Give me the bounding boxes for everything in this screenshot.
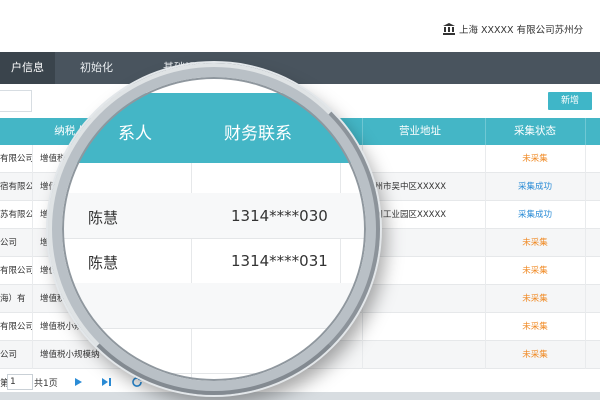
column-divider <box>32 285 33 313</box>
bank-icon <box>443 23 455 35</box>
status-cell: 采集成功 <box>517 210 552 220</box>
address-cell: 苏州工业园区XXXXX <box>366 210 447 220</box>
address-cell <box>366 285 486 313</box>
company-name: 上海 XXXXX 有限公司苏州分 <box>459 25 584 36</box>
company-name-cell: 公司 <box>0 238 18 248</box>
column-divider <box>485 145 486 173</box>
status-cell: 未采集 <box>522 322 548 332</box>
column-divider <box>585 201 586 229</box>
column-divider <box>485 229 486 257</box>
address-cell <box>366 313 486 341</box>
column-divider <box>585 313 586 341</box>
column-divider <box>485 313 486 341</box>
company-name-cell: 有限公司 <box>0 266 32 276</box>
address-cell <box>366 229 486 257</box>
address-cell: 苏州市吴中区XXXXX <box>366 182 447 192</box>
status-cell: 未采集 <box>522 294 548 304</box>
app-header: 上海 XXXXX 有限公司苏州分 <box>0 0 600 50</box>
column-divider <box>485 173 486 201</box>
address-cell <box>366 257 486 285</box>
address-cell <box>366 341 486 369</box>
column-divider <box>32 257 33 285</box>
header-divider <box>485 118 486 145</box>
column-divider <box>585 285 586 313</box>
column-divider <box>485 201 486 229</box>
page-total: 共1页 <box>34 379 58 389</box>
bottom-scrollbar[interactable] <box>0 392 600 400</box>
company-name-cell: 有限公司 <box>0 322 32 332</box>
status-cell: 未采集 <box>522 350 548 360</box>
search-input[interactable] <box>0 90 32 112</box>
header-status: 采集状态 <box>514 125 556 137</box>
column-divider <box>485 285 486 313</box>
company-name-cell: 苏有限公 <box>0 210 32 220</box>
nav-tab-customer-info[interactable]: 户信息 <box>0 52 55 84</box>
column-divider <box>585 341 586 369</box>
column-divider <box>585 145 586 173</box>
column-divider <box>32 201 33 229</box>
column-divider <box>585 229 586 257</box>
header-address: 营业地址 <box>399 125 441 137</box>
company-label: 上海 XXXXX 有限公司苏州分 <box>443 21 583 37</box>
column-divider <box>485 341 486 369</box>
status-cell: 未采集 <box>522 154 548 164</box>
status-cell: 未采集 <box>522 266 548 276</box>
company-name-cell: 公司 <box>0 350 18 360</box>
new-button[interactable]: 新增 <box>548 92 592 110</box>
page-number-input[interactable]: 1 <box>7 374 33 390</box>
column-divider <box>32 341 33 369</box>
column-divider <box>585 173 586 201</box>
address-cell <box>366 145 486 173</box>
column-divider <box>32 173 33 201</box>
column-divider <box>32 145 33 173</box>
column-divider <box>585 257 586 285</box>
status-cell: 采集成功 <box>517 182 552 192</box>
company-name-cell: 有限公司 <box>0 154 32 164</box>
company-name-cell: 宿有限公 <box>0 182 32 192</box>
header-divider <box>585 118 586 145</box>
status-cell: 未采集 <box>522 238 548 248</box>
magnifier-ring <box>48 63 380 395</box>
column-divider <box>485 257 486 285</box>
column-divider <box>32 229 33 257</box>
column-divider <box>32 313 33 341</box>
company-name-cell: 海）有 <box>0 294 26 304</box>
